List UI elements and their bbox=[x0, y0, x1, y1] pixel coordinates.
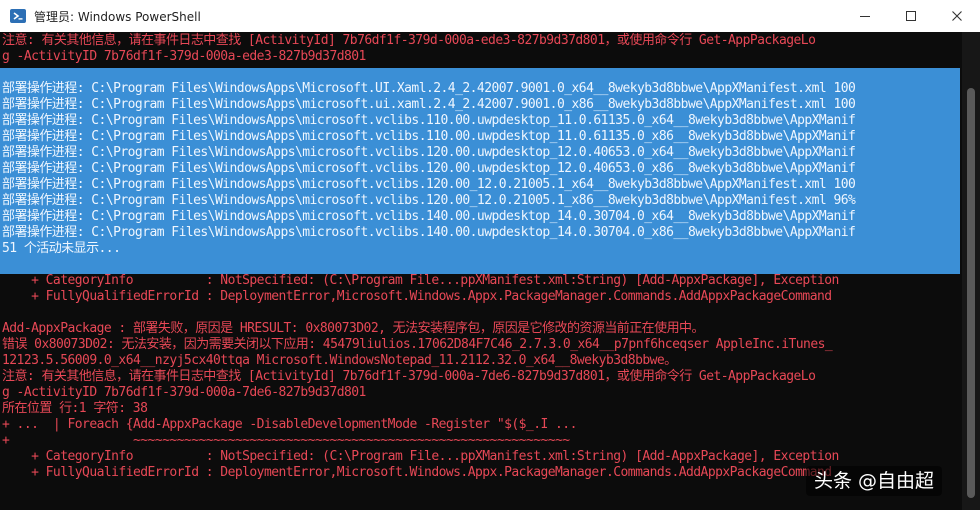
console-line: 注意: 有关其他信息，请在事件日志中查找 [ActivityId] 7b76df… bbox=[2, 369, 816, 384]
console-line: 错误 0x80073D02: 无法安装，因为需要关闭以下应用: 45479liu… bbox=[2, 337, 833, 352]
progress-line: 部署操作进程: C:\Program Files\WindowsApps\mic… bbox=[2, 209, 856, 224]
progress-line: 部署操作进程: C:\Program Files\WindowsApps\mic… bbox=[2, 113, 856, 128]
scrollbar-thumb[interactable] bbox=[967, 88, 975, 498]
console-output[interactable]: 注意: 有关其他信息，请在事件日志中查找 [ActivityId] 7b76df… bbox=[0, 32, 980, 510]
deployment-progress-panel: 部署操作进程: C:\Program Files\WindowsApps\Mic… bbox=[0, 68, 960, 274]
minimize-icon[interactable] bbox=[842, 0, 888, 32]
progress-line: 部署操作进程: C:\Program Files\WindowsApps\mic… bbox=[2, 97, 856, 112]
console-line: g -ActivityID 7b76df1f-379d-000a-ede3-82… bbox=[2, 49, 366, 64]
maximize-icon[interactable] bbox=[888, 0, 934, 32]
window-title: 管理员: Windows PowerShell bbox=[34, 9, 201, 24]
console-line: 注意: 有关其他信息，请在事件日志中查找 [ActivityId] 7b76df… bbox=[2, 33, 816, 48]
console-line: + CategoryInfo : NotSpecified: (C:\Progr… bbox=[2, 449, 839, 464]
hidden-activities-note: 51 个活动未显示... bbox=[2, 241, 121, 256]
console-line: + FullyQualifiedErrorId : DeploymentErro… bbox=[2, 465, 832, 480]
console-line: + ~~~~~~~~~~~~~~~~~~~~~~~~~~~~~~~~~~~~~~… bbox=[2, 433, 570, 448]
vertical-scrollbar[interactable] bbox=[962, 32, 980, 510]
title-bar[interactable]: 管理员: Windows PowerShell bbox=[0, 0, 980, 33]
progress-line: 部署操作进程: C:\Program Files\WindowsApps\Mic… bbox=[2, 81, 856, 96]
console-line: + ... | Foreach {Add-AppxPackage -Disabl… bbox=[2, 417, 577, 432]
console-line: + CategoryInfo : NotSpecified: (C:\Progr… bbox=[2, 273, 839, 288]
progress-line: 部署操作进程: C:\Program Files\WindowsApps\mic… bbox=[2, 177, 856, 192]
powershell-window: 管理员: Windows PowerShell 注意: 有关其他信息，请在事件日… bbox=[0, 0, 980, 510]
console-line: + FullyQualifiedErrorId : DeploymentErro… bbox=[2, 289, 832, 304]
close-icon[interactable] bbox=[934, 0, 980, 32]
progress-line: 部署操作进程: C:\Program Files\WindowsApps\mic… bbox=[2, 129, 856, 144]
watermark: 头条 @自由超 bbox=[806, 466, 943, 496]
progress-line: 部署操作进程: C:\Program Files\WindowsApps\mic… bbox=[2, 145, 856, 160]
console-line: g -ActivityID 7b76df1f-379d-000a-7de6-82… bbox=[2, 385, 366, 400]
progress-line: 部署操作进程: C:\Program Files\WindowsApps\mic… bbox=[2, 193, 856, 208]
console-line: 12123.5.56009.0_x64__nzyj5cx40ttqa Micro… bbox=[2, 353, 677, 368]
progress-line: 部署操作进程: C:\Program Files\WindowsApps\mic… bbox=[2, 225, 856, 240]
console-line: 所在位置 行:1 字符: 38 bbox=[2, 401, 148, 416]
console-line: Add-AppxPackage : 部署失败，原因是 HRESULT: 0x80… bbox=[2, 321, 704, 336]
powershell-icon bbox=[10, 8, 26, 24]
progress-line: 部署操作进程: C:\Program Files\WindowsApps\mic… bbox=[2, 161, 856, 176]
